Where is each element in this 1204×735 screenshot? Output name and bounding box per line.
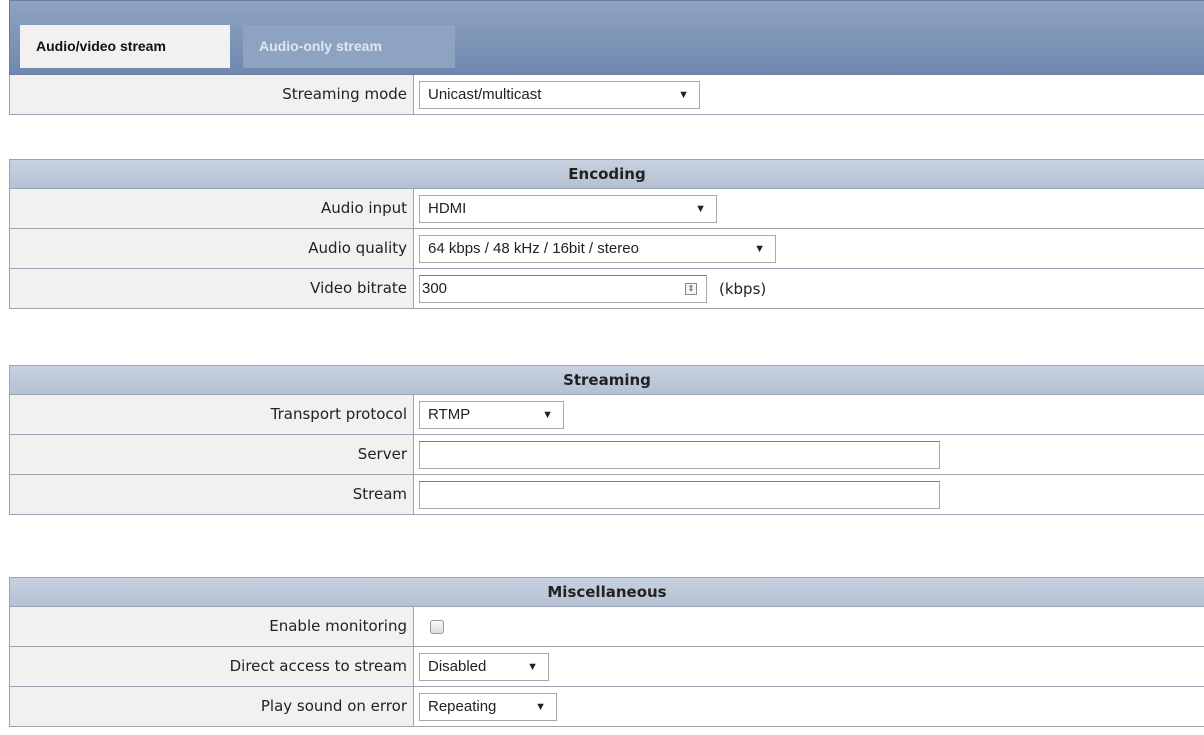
video-bitrate-row: Video bitrate 300 ⇕ (kbps) xyxy=(10,269,1204,309)
enable-monitoring-row: Enable monitoring xyxy=(10,607,1204,647)
chevron-down-icon: ▼ xyxy=(678,88,689,101)
chevron-down-icon: ▼ xyxy=(542,408,553,421)
direct-access-row: Direct access to stream Disabled ▼ xyxy=(10,647,1204,687)
stream-label: Stream xyxy=(10,475,414,514)
server-label: Server xyxy=(10,435,414,474)
chevron-down-icon: ▼ xyxy=(535,700,546,713)
stream-row: Stream xyxy=(10,475,1204,515)
streaming-mode-value: Unicast/multicast xyxy=(428,85,542,103)
play-sound-value: Repeating xyxy=(428,697,497,715)
play-sound-select[interactable]: Repeating ▼ xyxy=(419,692,557,721)
chevron-down-icon: ▼ xyxy=(754,242,765,255)
video-bitrate-input[interactable]: 300 ⇕ xyxy=(419,274,707,303)
miscellaneous-header: Miscellaneous xyxy=(10,577,1204,607)
encoding-header: Encoding xyxy=(10,159,1204,189)
tab-audio-video-stream[interactable]: Audio/video stream xyxy=(20,25,230,68)
chevron-down-icon: ▼ xyxy=(695,202,706,215)
spinner-icon[interactable]: ⇕ xyxy=(685,282,697,295)
streaming-mode-row: Streaming mode Unicast/multicast ▼ xyxy=(10,75,1204,115)
audio-quality-select[interactable]: 64 kbps / 48 kHz / 16bit / stereo ▼ xyxy=(419,234,776,263)
audio-quality-value: 64 kbps / 48 kHz / 16bit / stereo xyxy=(428,239,639,257)
direct-access-value: Disabled xyxy=(428,657,487,675)
streaming-panel: Streaming Transport protocol RTMP ▼ Serv… xyxy=(9,365,1204,515)
miscellaneous-panel: Miscellaneous Enable monitoring Direct a… xyxy=(9,577,1204,727)
encoding-panel: Encoding Audio input HDMI ▼ Audio qualit… xyxy=(9,159,1204,309)
server-row: Server xyxy=(10,435,1204,475)
transport-protocol-select[interactable]: RTMP ▼ xyxy=(419,400,564,429)
play-sound-label: Play sound on error xyxy=(10,687,414,726)
play-sound-row: Play sound on error Repeating ▼ xyxy=(10,687,1204,727)
video-bitrate-value: 300 xyxy=(422,279,448,297)
transport-protocol-label: Transport protocol xyxy=(10,395,414,434)
audio-input-row: Audio input HDMI ▼ xyxy=(10,189,1204,229)
streaming-header: Streaming xyxy=(10,365,1204,395)
direct-access-label: Direct access to stream xyxy=(10,647,414,686)
enable-monitoring-checkbox[interactable] xyxy=(430,619,444,634)
video-bitrate-label: Video bitrate xyxy=(10,269,414,308)
streaming-mode-label: Streaming mode xyxy=(10,75,414,114)
direct-access-select[interactable]: Disabled ▼ xyxy=(419,652,549,681)
stream-input[interactable] xyxy=(419,480,940,509)
streaming-mode-panel: Streaming mode Unicast/multicast ▼ xyxy=(9,75,1204,115)
server-input[interactable] xyxy=(419,440,940,469)
transport-protocol-row: Transport protocol RTMP ▼ xyxy=(10,395,1204,435)
tab-audio-only-stream[interactable]: Audio-only stream xyxy=(243,25,455,68)
chevron-down-icon: ▼ xyxy=(527,660,538,673)
audio-input-label: Audio input xyxy=(10,189,414,228)
streaming-mode-select[interactable]: Unicast/multicast ▼ xyxy=(419,80,700,109)
audio-quality-label: Audio quality xyxy=(10,229,414,268)
audio-quality-row: Audio quality 64 kbps / 48 kHz / 16bit /… xyxy=(10,229,1204,269)
audio-input-select[interactable]: HDMI ▼ xyxy=(419,194,717,223)
enable-monitoring-label: Enable monitoring xyxy=(10,607,414,646)
video-bitrate-unit: (kbps) xyxy=(719,279,767,298)
tab-bar: Audio/video stream Audio-only stream xyxy=(9,0,1204,75)
audio-input-value: HDMI xyxy=(428,199,467,217)
transport-protocol-value: RTMP xyxy=(428,405,471,423)
